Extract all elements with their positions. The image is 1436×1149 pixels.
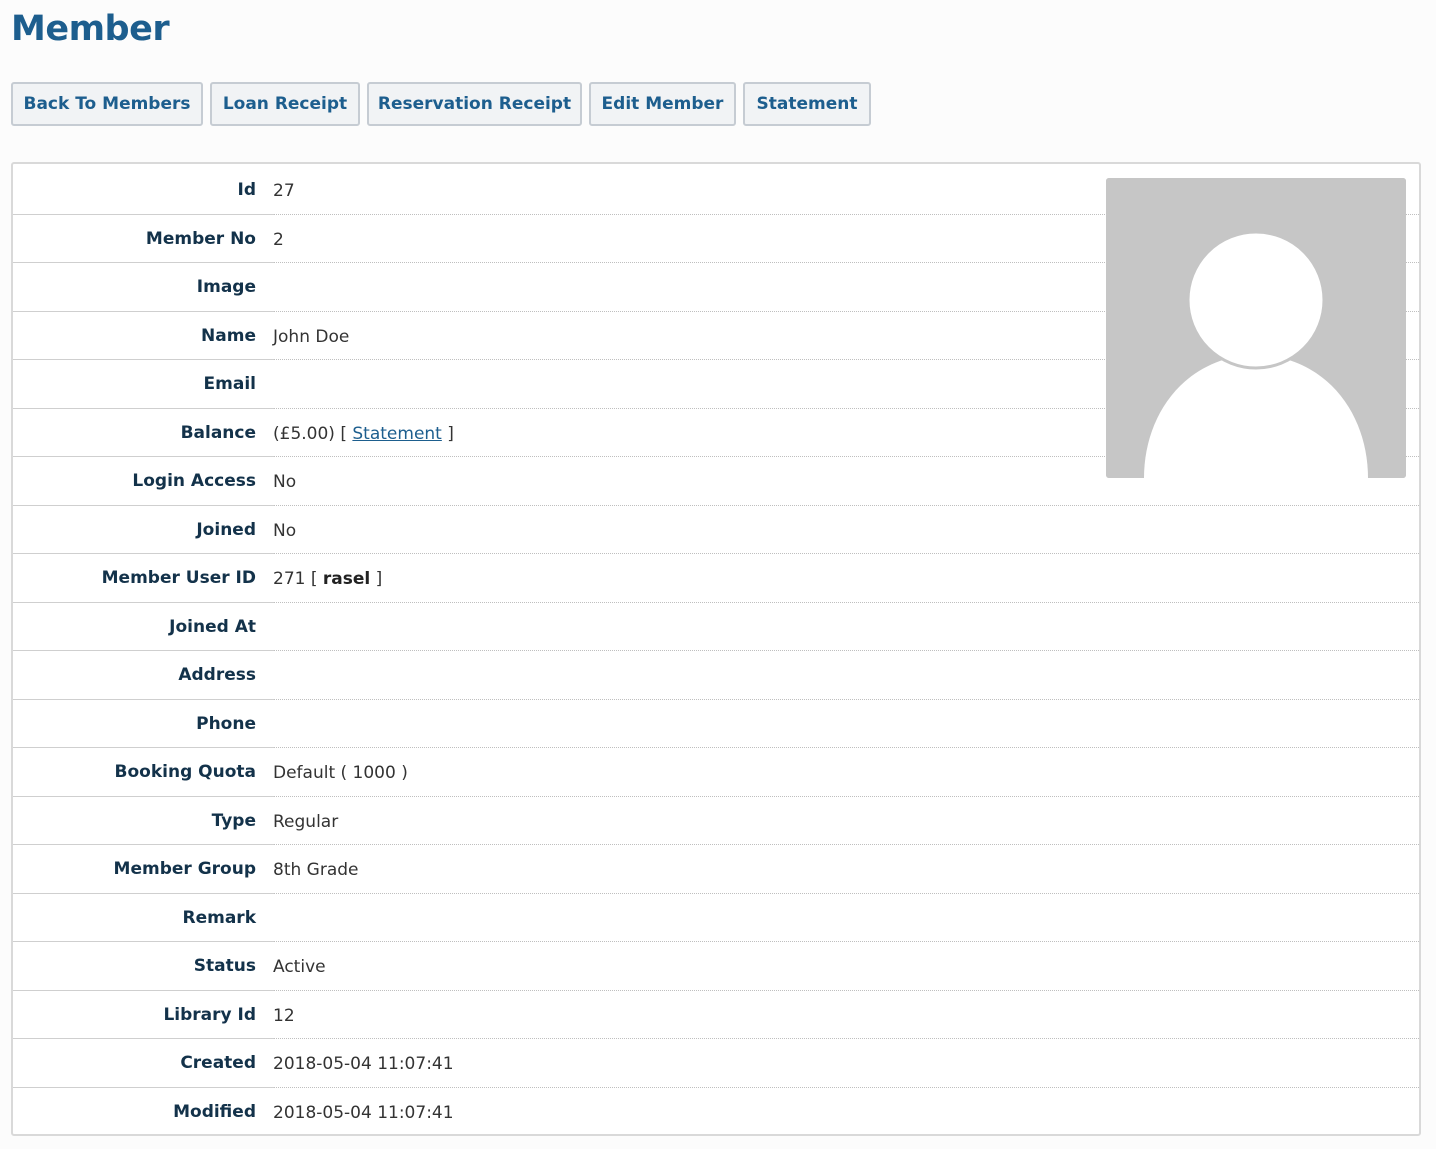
detail-label: Address: [178, 665, 256, 685]
bracket-close: ]: [447, 423, 454, 444]
detail-label: Email: [203, 374, 256, 394]
bracket-open: [: [310, 569, 318, 589]
detail-value: (£5.00) [ Statement ]: [273, 409, 454, 459]
detail-value: 2: [273, 229, 284, 250]
detail-row-remark: Remark: [13, 894, 1419, 942]
member-user-id-value: 271: [273, 569, 306, 589]
detail-value: No: [273, 472, 297, 492]
detail-value: John Doe: [273, 326, 350, 347]
detail-label: Type: [211, 810, 256, 831]
balance-amount: (£5.00): [273, 423, 335, 444]
detail-label: Booking Quota: [114, 762, 256, 782]
detail-row-type: Type Regular: [13, 797, 1419, 845]
detail-row-library-id: Library Id 12: [13, 991, 1419, 1039]
detail-row-phone: Phone: [13, 700, 1419, 748]
detail-row-status: Status Active: [13, 942, 1419, 991]
detail-row-address: Address: [13, 651, 1419, 700]
detail-label: Library Id: [163, 1004, 256, 1025]
detail-label: Member No: [145, 228, 256, 249]
detail-label: Login Access: [132, 471, 256, 491]
detail-label: Name: [201, 325, 256, 346]
bracket-open: [: [340, 423, 347, 444]
detail-value: 12: [273, 1005, 295, 1026]
loan-receipt-button[interactable]: Loan Receipt: [210, 82, 360, 126]
edit-member-button[interactable]: Edit Member: [589, 82, 736, 126]
detail-label: Phone: [196, 713, 256, 734]
member-username: rasel: [322, 569, 371, 589]
detail-row-joined-at: Joined At: [13, 603, 1419, 651]
detail-label: Joined At: [169, 616, 256, 637]
default-user-avatar-icon: [1106, 178, 1406, 478]
member-details-panel: Id 27 Member No 2 Image Name John Doe Em…: [11, 162, 1421, 1136]
detail-label: Balance: [180, 422, 256, 443]
detail-label: Member Group: [113, 859, 256, 879]
bracket-close: ]: [375, 569, 383, 589]
back-to-members-button[interactable]: Back To Members: [11, 82, 203, 126]
detail-row-member-group: Member Group 8th Grade: [13, 845, 1419, 894]
detail-label: Created: [180, 1053, 256, 1073]
detail-row-joined: Joined No: [13, 506, 1419, 554]
detail-row-member-user-id: Member User ID 271 [ rasel ]: [13, 554, 1419, 603]
detail-label: Id: [237, 180, 257, 200]
detail-value: 2018-05-04 11:07:41: [273, 1054, 454, 1074]
detail-value: 8th Grade: [273, 860, 359, 880]
detail-value: Active: [273, 957, 326, 977]
detail-label: Member User ID: [101, 568, 256, 588]
detail-value: No: [273, 520, 297, 541]
detail-label: Remark: [182, 907, 257, 928]
detail-row-booking-quota: Booking Quota Default ( 1000 ): [13, 748, 1419, 797]
detail-label: Modified: [173, 1101, 256, 1122]
detail-value: 271 [ rasel ]: [273, 554, 382, 604]
detail-label: Status: [193, 956, 256, 976]
member-avatar: [1106, 178, 1406, 478]
detail-label: Joined: [196, 519, 256, 540]
detail-value: Regular: [273, 811, 339, 832]
detail-value: 2018-05-04 11:07:41: [273, 1102, 454, 1123]
page-title: Member: [11, 9, 170, 49]
detail-value: Default ( 1000 ): [273, 763, 408, 783]
detail-label: Image: [196, 277, 256, 297]
detail-value: 27: [273, 181, 295, 201]
detail-row-modified: Modified 2018-05-04 11:07:41: [13, 1088, 1419, 1137]
reservation-receipt-button[interactable]: Reservation Receipt: [367, 82, 582, 126]
balance-statement-link[interactable]: Statement: [352, 424, 441, 444]
statement-button[interactable]: Statement: [743, 82, 871, 126]
detail-row-created: Created 2018-05-04 11:07:41: [13, 1039, 1419, 1088]
